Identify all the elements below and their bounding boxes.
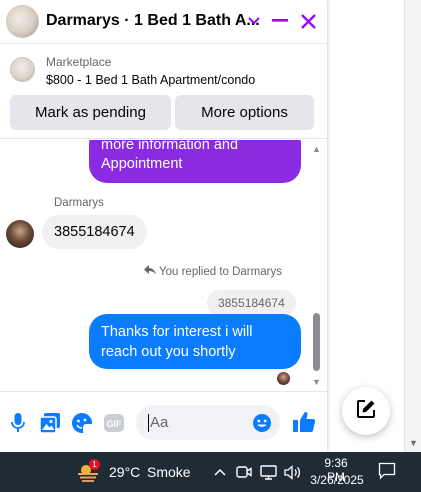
sticker-icon[interactable] <box>71 412 93 434</box>
svg-text:GIF: GIF <box>107 419 123 429</box>
chevron-down-icon[interactable] <box>241 8 267 34</box>
marketplace-label: Marketplace <box>46 55 112 69</box>
scroll-up-arrow-icon[interactable]: ▲ <box>312 144 321 154</box>
marketplace-listing-card: Marketplace $800 - 1 Bed 1 Bath Apartmen… <box>0 45 327 139</box>
scrollbar-thumb[interactable] <box>313 313 320 371</box>
quoted-message[interactable]: 3855184674 <box>207 290 296 316</box>
microphone-icon[interactable] <box>7 412 29 434</box>
camera-icon[interactable] <box>235 463 253 481</box>
thumbs-up-icon[interactable] <box>292 410 318 436</box>
speaker-icon[interactable] <box>283 463 301 481</box>
message-line: Thanks for interest i will <box>101 324 253 340</box>
gallery-icon[interactable] <box>39 412 61 434</box>
message-line: reach out you shortly <box>101 344 236 360</box>
reply-arrow-icon <box>144 265 156 278</box>
new-message-button[interactable] <box>342 387 390 435</box>
reply-note-text: You replied to Darmarys <box>159 265 282 278</box>
compose-icon <box>356 399 376 424</box>
outgoing-message-bubble[interactable]: Thanks for interest i will reach out you… <box>89 314 301 369</box>
weather-condition-label[interactable]: Smoke <box>147 464 191 480</box>
sender-name: Darmarys <box>54 197 104 209</box>
close-icon[interactable] <box>295 8 321 34</box>
outgoing-message-bubble[interactable]: more information and Appointment <box>89 140 301 183</box>
listing-title[interactable]: $800 - 1 Bed 1 Bath Apartment/condo <box>46 73 255 87</box>
chat-title[interactable]: Darmarys · 1 Bed 1 Bath A... <box>46 12 260 30</box>
temperature-label[interactable]: 29°C <box>109 464 140 480</box>
listing-thumbnail[interactable] <box>10 57 35 82</box>
page-scrollbar[interactable]: ▼ <box>404 0 421 452</box>
message-line: more information and <box>101 140 239 153</box>
mark-as-pending-button[interactable]: Mark as pending <box>10 95 171 130</box>
chat-window: Darmarys · 1 Bed 1 Bath A... Marketplace… <box>0 0 327 452</box>
gif-icon[interactable]: GIF <box>103 412 125 434</box>
network-icon[interactable] <box>259 463 277 481</box>
reply-note: You replied to Darmarys <box>144 265 282 278</box>
notification-icon[interactable] <box>378 462 398 482</box>
incoming-message-bubble[interactable]: 3855184674 <box>42 215 147 249</box>
message-scrollbar[interactable]: ▲ ▼ <box>310 140 324 390</box>
message-list[interactable]: more information and Appointment Darmary… <box>0 140 327 390</box>
scroll-down-arrow-icon[interactable]: ▼ <box>312 377 321 387</box>
minimize-icon[interactable] <box>267 8 293 34</box>
listing-avatar[interactable] <box>6 5 39 38</box>
sender-avatar[interactable] <box>6 220 34 248</box>
emoji-icon[interactable] <box>251 412 273 434</box>
clock-date[interactable]: 3/26/2025 <box>307 473 367 487</box>
message-input-placeholder: Aa <box>150 414 169 431</box>
weather-alert-badge: 1 <box>89 459 100 470</box>
more-options-button[interactable]: More options <box>175 95 314 130</box>
message-line: Appointment <box>101 156 183 172</box>
text-caret <box>148 413 149 432</box>
seen-avatar <box>277 372 290 385</box>
chevron-up-icon[interactable] <box>211 463 229 481</box>
windows-taskbar: 1 29°C Smoke 9:36 PM 3/26/2025 <box>0 452 421 492</box>
message-composer: GIF Aa <box>0 391 327 452</box>
scroll-down-arrow-icon[interactable]: ▼ <box>409 438 418 448</box>
chat-header[interactable]: Darmarys · 1 Bed 1 Bath A... <box>0 0 327 44</box>
